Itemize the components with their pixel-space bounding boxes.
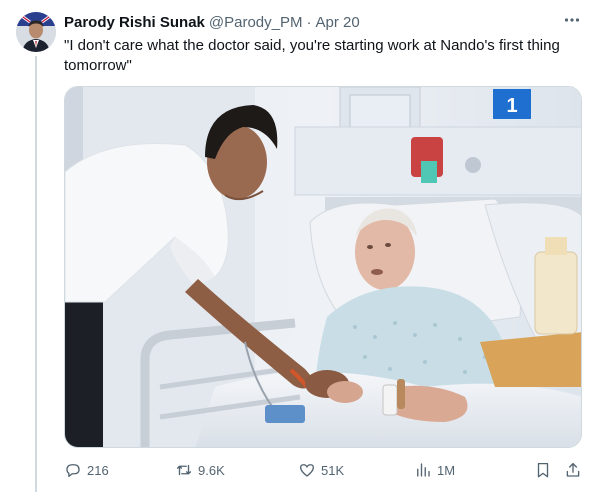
tweet-actions-bar: 216 9.6K 51K 1M <box>64 458 582 482</box>
reply-button[interactable]: 216 <box>64 458 109 482</box>
thread-connector-line <box>35 56 37 492</box>
display-name[interactable]: Parody Rishi Sunak <box>64 14 205 31</box>
bookmark-button[interactable] <box>534 458 552 482</box>
share-button[interactable] <box>564 458 582 482</box>
bed-number-sign: 1 <box>506 95 517 117</box>
reply-count: 216 <box>87 462 109 478</box>
tweet-photo[interactable]: 1 <box>64 86 582 448</box>
repost-icon <box>176 464 192 476</box>
repost-count: 9.6K <box>198 462 225 478</box>
repost-button[interactable]: 9.6K <box>175 458 225 482</box>
avatar-image <box>16 12 56 52</box>
bookmark-icon <box>537 462 549 478</box>
share-icon <box>566 462 580 477</box>
hospital-photo-image: 1 <box>65 87 581 447</box>
like-button[interactable]: 51K <box>298 458 344 482</box>
avatar[interactable] <box>16 12 56 52</box>
separator-dot: · <box>306 13 312 31</box>
reply-icon <box>66 464 80 478</box>
more-options-button[interactable] <box>562 10 582 30</box>
heart-icon <box>299 464 315 477</box>
tweet-header: Parody Rishi Sunak @Parody_PM · Apr 20 <box>64 12 582 32</box>
views-count: 1M <box>437 462 456 478</box>
tweet-timestamp[interactable]: Apr 20 <box>315 14 359 31</box>
like-count: 51K <box>321 462 345 478</box>
views-button[interactable]: 1M <box>414 458 455 482</box>
user-handle[interactable]: @Parody_PM <box>209 14 303 31</box>
analytics-icon <box>417 463 430 477</box>
more-horizontal-icon <box>564 18 580 22</box>
tweet-text: "I don't care what the doctor said, you'… <box>64 37 560 74</box>
